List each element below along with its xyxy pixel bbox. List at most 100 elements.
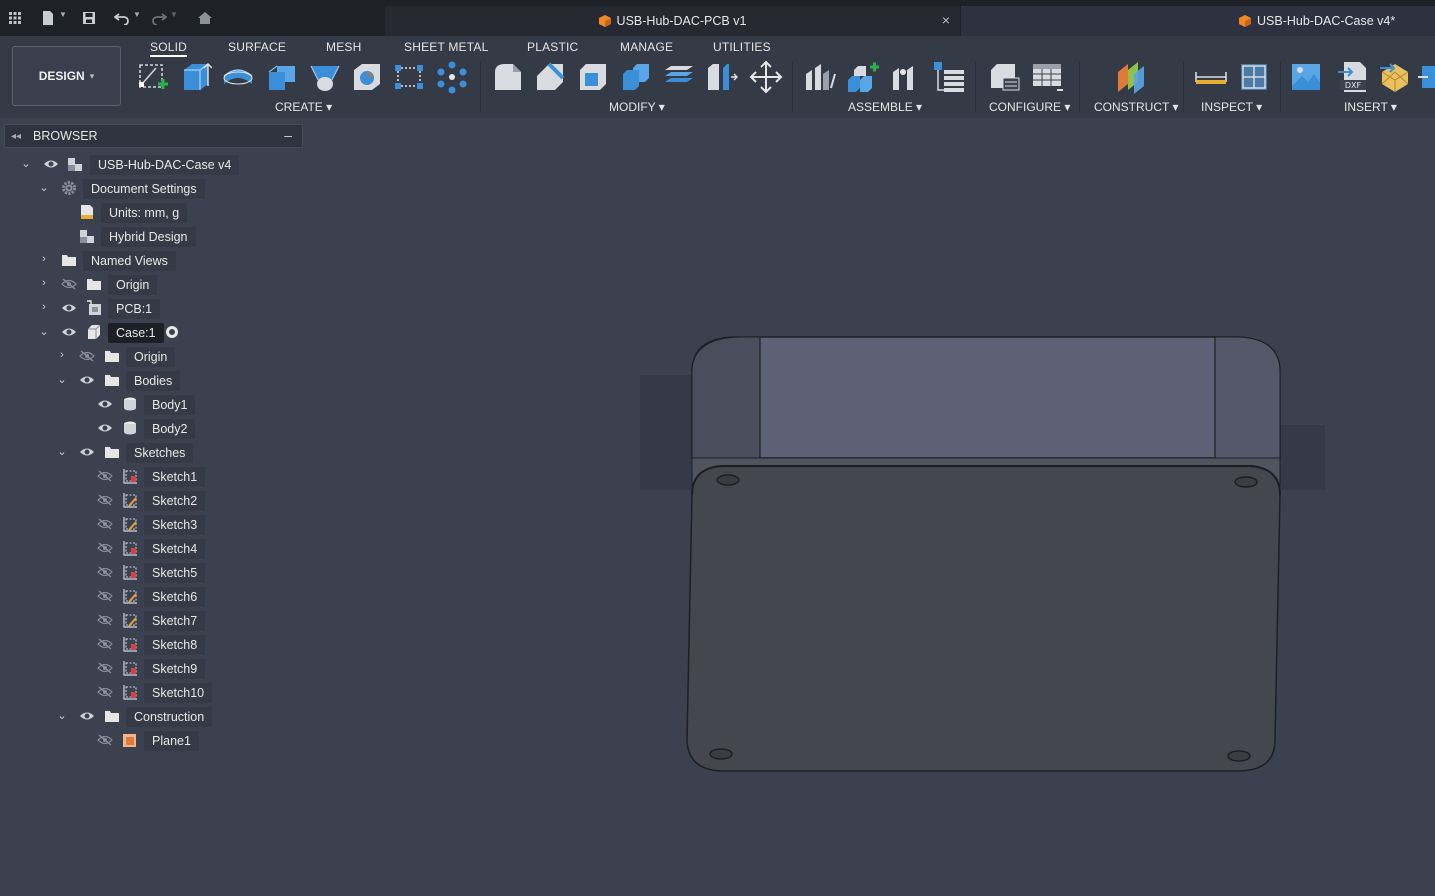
tree-item-sketches[interactable]: ⌄ Sketches (0, 441, 260, 463)
tree-item-sketch[interactable]: Sketch3 (0, 513, 260, 535)
tree-item-bodies[interactable]: ⌄ Bodies (0, 369, 260, 391)
tree-item-sketch[interactable]: Sketch8 (0, 633, 260, 655)
home-icon[interactable] (194, 8, 216, 28)
app-grid-icon[interactable] (4, 8, 26, 28)
tree-item-document-settings[interactable]: ⌄ Document Settings (0, 177, 260, 199)
new-component-icon[interactable] (846, 60, 880, 94)
chevron-down-icon[interactable]: ⌄ (56, 446, 68, 458)
collapse-panel-icon[interactable]: ◂◂ (11, 131, 29, 142)
eye-hidden-icon[interactable] (97, 590, 113, 602)
undo-caret-icon[interactable]: ▼ (133, 10, 141, 19)
as-built-joint-icon[interactable] (889, 60, 923, 94)
sweep-icon[interactable] (265, 60, 299, 94)
tab-manage[interactable]: MANAGE (620, 40, 673, 54)
tree-item-sketch[interactable]: Sketch2 (0, 489, 260, 511)
active-component-indicator-icon[interactable] (166, 326, 178, 338)
save-icon[interactable] (78, 8, 100, 28)
close-tab-icon[interactable]: × (942, 12, 950, 28)
eye-hidden-icon[interactable] (97, 638, 113, 650)
rectangular-pattern-icon[interactable] (392, 60, 426, 94)
eye-hidden-icon[interactable] (97, 734, 113, 746)
tree-item-sketch[interactable]: Sketch10 (0, 681, 260, 703)
tree-item-named-views[interactable]: › Named Views (0, 249, 260, 271)
modify-group-menu[interactable]: MODIFY ▾ (609, 100, 665, 114)
inspect-group-menu[interactable]: INSPECT ▾ (1201, 100, 1262, 114)
chevron-right-icon[interactable]: › (38, 301, 50, 313)
minimize-panel-icon[interactable]: – (284, 127, 292, 143)
eye-icon[interactable] (61, 302, 77, 314)
fillet-icon[interactable] (533, 60, 567, 94)
eye-hidden-icon[interactable] (97, 494, 113, 506)
tree-item-hybrid-design[interactable]: Hybrid Design (0, 225, 260, 247)
press-pull-icon[interactable] (491, 60, 525, 94)
revolve-icon[interactable] (221, 60, 255, 94)
insert-mesh-icon[interactable] (1378, 60, 1412, 94)
chevron-down-icon[interactable]: ⌄ (38, 182, 50, 194)
eye-icon[interactable] (97, 422, 113, 434)
tree-item-units[interactable]: Units: mm, g (0, 201, 260, 223)
tree-item-case[interactable]: ⌄ Case:1 (0, 321, 260, 343)
tree-item-sketch[interactable]: Sketch7 (0, 609, 260, 631)
eye-icon[interactable] (79, 710, 95, 722)
eye-hidden-icon[interactable] (97, 566, 113, 578)
insert-canvas-icon[interactable] (1290, 60, 1324, 94)
configuration-table-icon[interactable] (1031, 60, 1065, 94)
create-group-menu[interactable]: CREATE ▾ (275, 100, 332, 114)
file-icon[interactable] (37, 8, 59, 28)
eye-hidden-icon[interactable] (97, 518, 113, 530)
eye-icon[interactable] (61, 326, 77, 338)
move-copy-icon[interactable] (749, 60, 783, 94)
insert-group-menu[interactable]: INSERT ▾ (1344, 100, 1397, 114)
circular-pattern-icon[interactable] (435, 60, 469, 94)
eye-hidden-icon[interactable] (97, 614, 113, 626)
eye-hidden-icon[interactable] (97, 686, 113, 698)
tree-item-root[interactable]: ⌄ USB-Hub-DAC-Case v4 (0, 153, 260, 175)
eye-icon[interactable] (79, 374, 95, 386)
chevron-down-icon[interactable]: ⌄ (20, 158, 32, 170)
tree-item-construction[interactable]: ⌄ Construction (0, 705, 260, 727)
chevron-right-icon[interactable]: › (38, 253, 50, 265)
chevron-down-icon[interactable]: ⌄ (38, 326, 50, 338)
tree-item-sketch[interactable]: Sketch6 (0, 585, 260, 607)
tree-item-sketch[interactable]: Sketch1 (0, 465, 260, 487)
tree-item-sketch[interactable]: Sketch4 (0, 537, 260, 559)
offset-plane-icon[interactable] (1114, 60, 1148, 94)
offset-face-icon[interactable] (662, 60, 696, 94)
tab-solid[interactable]: SOLID (150, 40, 188, 57)
workspace-switcher-button[interactable]: DESIGN ▾ (12, 46, 121, 106)
chevron-right-icon[interactable]: › (56, 349, 68, 361)
document-tab-case[interactable]: USB-Hub-DAC-Case v4* (961, 6, 1435, 36)
tab-mesh[interactable]: MESH (326, 40, 361, 54)
hole-icon[interactable] (350, 60, 384, 94)
chevron-down-icon[interactable]: ⌄ (56, 710, 68, 722)
create-sketch-icon[interactable] (136, 60, 170, 94)
eye-hidden-icon[interactable] (97, 470, 113, 482)
model-viewport[interactable] (305, 118, 1435, 896)
assemble-group-menu[interactable]: ASSEMBLE ▾ (848, 100, 922, 114)
tree-item-sketch[interactable]: Sketch5 (0, 561, 260, 583)
chevron-down-icon[interactable]: ⌄ (56, 374, 68, 386)
document-tab-pcb[interactable]: USB-Hub-DAC-PCB v1 × (385, 6, 960, 36)
eye-hidden-icon[interactable] (79, 350, 95, 362)
configure-group-menu[interactable]: CONFIGURE ▾ (989, 100, 1070, 114)
chevron-right-icon[interactable]: › (38, 277, 50, 289)
extrude-icon[interactable] (178, 60, 212, 94)
tree-item-pcb[interactable]: › PCB:1 (0, 297, 260, 319)
eye-hidden-icon[interactable] (61, 278, 77, 290)
configure-design-icon[interactable] (987, 60, 1021, 94)
undo-icon[interactable] (111, 8, 133, 28)
file-caret-icon[interactable]: ▼ (59, 10, 67, 19)
combine-icon[interactable] (619, 60, 653, 94)
eye-icon[interactable] (79, 446, 95, 458)
redo-icon[interactable] (148, 8, 170, 28)
tab-utilities[interactable]: UTILITIES (713, 40, 771, 54)
bill-of-materials-icon[interactable] (932, 60, 966, 94)
construct-group-menu[interactable]: CONSTRUCT ▾ (1094, 100, 1178, 114)
tab-plastic[interactable]: PLASTIC (527, 40, 578, 54)
eye-hidden-icon[interactable] (97, 542, 113, 554)
case-model[interactable] (686, 336, 1281, 772)
eye-hidden-icon[interactable] (97, 662, 113, 674)
split-body-icon[interactable] (705, 60, 739, 94)
loft-icon[interactable] (308, 60, 342, 94)
eye-icon[interactable] (43, 158, 59, 170)
